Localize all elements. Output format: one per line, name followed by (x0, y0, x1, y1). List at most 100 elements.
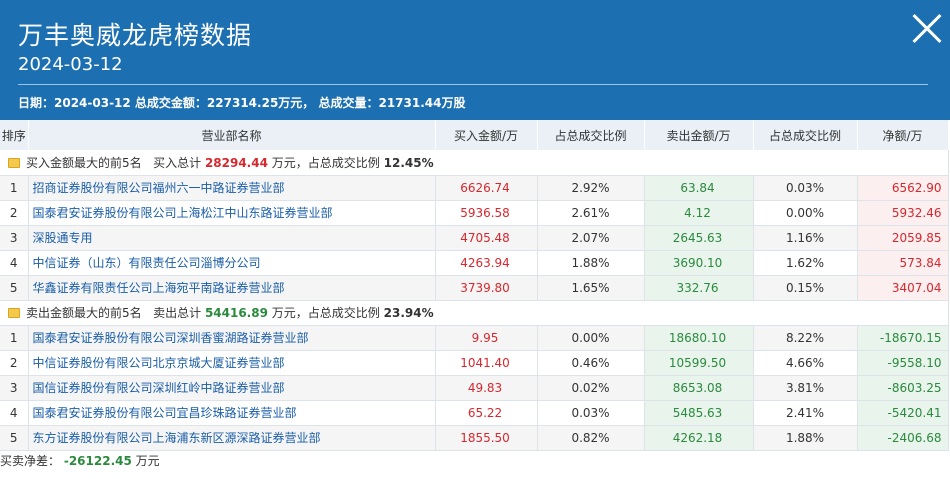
row-net: -18670.15 (857, 325, 949, 351)
row-buy-ratio: 0.82% (537, 425, 645, 451)
row-sell: 10599.50 (644, 350, 754, 376)
ranking-table: 排序 营业部名称 买入金额/万 占总成交比例 卖出金额/万 占总成交比例 净额/… (0, 120, 949, 451)
header: 万丰奥威龙虎榜数据 2024-03-12 日期：2024-03-12 总成交金额… (0, 0, 950, 120)
sell_section-header-row: 卖出金额最大的前5名 卖出总计 54416.89 万元，占总成交比例 23.94… (0, 300, 949, 326)
section-ratio: 23.94% (383, 306, 434, 320)
row-sell-ratio: 1.16% (753, 225, 858, 251)
row-net: 5932.46 (857, 200, 949, 226)
branch-name-link[interactable]: 中信证券（山东）有限责任公司淄博分公司 (28, 250, 436, 276)
row-net: 573.84 (857, 250, 949, 276)
col-header-sell-ratio: 占总成交比例 (753, 120, 858, 150)
close-icon[interactable] (908, 10, 944, 46)
col-header-rank: 排序 (0, 120, 29, 150)
row-sell: 18680.10 (644, 325, 754, 351)
row-rank: 3 (0, 375, 29, 401)
section-total: 28294.44 (204, 155, 268, 170)
row-buy: 65.22 (435, 400, 538, 426)
row-sell-ratio: 0.00% (753, 200, 858, 226)
row-net: 2059.85 (857, 225, 949, 251)
row-sell: 332.76 (644, 275, 754, 301)
row-rank: 1 (0, 175, 29, 201)
branch-name-link[interactable]: 国泰君安证券股份有限公司宜昌珍珠路证券营业部 (28, 400, 436, 426)
page-date: 2024-03-12 (18, 54, 123, 75)
folder-icon (8, 157, 20, 168)
row-buy-ratio: 2.07% (537, 225, 645, 251)
section-unit-text: 万元，占总成交比例 (271, 155, 380, 170)
row-sell: 5485.63 (644, 400, 754, 426)
row-net: -2406.68 (857, 425, 949, 451)
table-row: 1 国泰君安证券股份有限公司深圳香蜜湖路证券营业部 9.95 0.00% 18680.1… (0, 325, 949, 351)
table-row: 5 东方证券股份有限公司上海浦东新区源深路证券营业部 1855.50 0.82% 426… (0, 425, 949, 451)
row-rank: 4 (0, 250, 29, 276)
row-buy-ratio: 1.88% (537, 250, 645, 276)
row-rank: 1 (0, 325, 29, 351)
branch-name-link[interactable]: 深股通专用 (28, 225, 436, 251)
sell_section-summary: 卖出金额最大的前5名 卖出总计 54416.89 万元，占总成交比例 23.94… (0, 300, 949, 326)
row-rank: 2 (0, 350, 29, 376)
folder-icon (8, 308, 20, 318)
branch-name-link[interactable]: 国信证券股份有限公司深圳红岭中路证券营业部 (28, 375, 436, 401)
row-buy-ratio: 2.61% (537, 200, 645, 226)
row-net: 3407.04 (857, 275, 949, 301)
row-buy-ratio: 0.03% (537, 400, 645, 426)
table-row: 2 中信证券股份有限公司北京京城大厦证券营业部 1041.40 0.46% 10599.… (0, 350, 949, 376)
row-sell: 2645.63 (644, 225, 754, 251)
row-net: -9558.10 (857, 350, 949, 376)
section-total-prefix: 买入总计 (153, 155, 202, 170)
row-buy-ratio: 2.92% (537, 175, 645, 201)
branch-name-link[interactable]: 华鑫证券有限责任公司上海宛平南路证券营业部 (28, 275, 436, 301)
col-header-buy: 买入金额/万 (435, 120, 538, 150)
row-net: -5420.41 (857, 400, 949, 426)
row-sell-ratio: 4.66% (753, 350, 858, 376)
row-buy: 1041.40 (435, 350, 538, 376)
summary-text: 日期：2024-03-12 总成交金额：227314.25万元， 总成交量：21… (18, 96, 466, 110)
branch-name-link[interactable]: 东方证券股份有限公司上海浦东新区源深路证券营业部 (28, 425, 436, 451)
row-net: -8603.25 (857, 375, 949, 401)
row-sell: 4.12 (644, 200, 754, 226)
row-sell: 8653.08 (644, 375, 754, 401)
row-buy: 3739.80 (435, 275, 538, 301)
net-difference-value: -26122.45 (63, 453, 132, 468)
row-sell-ratio: 1.62% (753, 250, 858, 276)
row-buy: 4263.94 (435, 250, 538, 276)
buy_section-header-row: 买入金额最大的前5名 买入总计 28294.44 万元，占总成交比例 12.45… (0, 150, 949, 176)
section-total-prefix: 卖出总计 (153, 306, 202, 320)
row-sell: 63.84 (644, 175, 754, 201)
col-header-sell: 卖出金额/万 (644, 120, 754, 150)
net-difference-label: 买卖净差： (0, 453, 61, 468)
col-header-name: 营业部名称 (28, 120, 436, 150)
section-label: 买入金额最大的前5名 (26, 155, 142, 170)
branch-name-link[interactable]: 国泰君安证券股份有限公司上海松江中山东路证券营业部 (28, 200, 436, 226)
table-header-row: 排序 营业部名称 买入金额/万 占总成交比例 卖出金额/万 占总成交比例 净额/… (0, 120, 949, 150)
col-header-net: 净额/万 (857, 120, 949, 150)
table-row: 3 深股通专用 4705.48 2.07% 2645.63 1.16% 2059.85 (0, 225, 949, 251)
row-sell-ratio: 1.88% (753, 425, 858, 451)
row-sell: 3690.10 (644, 250, 754, 276)
row-sell-ratio: 2.41% (753, 400, 858, 426)
row-buy-ratio: 0.46% (537, 350, 645, 376)
row-sell-ratio: 0.03% (753, 175, 858, 201)
branch-name-link[interactable]: 国泰君安证券股份有限公司深圳香蜜湖路证券营业部 (28, 325, 436, 351)
table-row: 2 国泰君安证券股份有限公司上海松江中山东路证券营业部 5936.58 2.61% 4.… (0, 200, 949, 226)
table-row: 3 国信证券股份有限公司深圳红岭中路证券营业部 49.83 0.02% 8653.08 3… (0, 375, 949, 401)
row-sell: 4262.18 (644, 425, 754, 451)
branch-name-link[interactable]: 招商证券股份有限公司福州六一中路证券营业部 (28, 175, 436, 201)
row-buy-ratio: 0.02% (537, 375, 645, 401)
row-rank: 5 (0, 425, 29, 451)
row-buy: 5936.58 (435, 200, 538, 226)
row-rank: 3 (0, 225, 29, 251)
branch-name-link[interactable]: 中信证券股份有限公司北京京城大厦证券营业部 (28, 350, 436, 376)
row-buy-ratio: 0.00% (537, 325, 645, 351)
col-header-buy-ratio: 占总成交比例 (537, 120, 645, 150)
table-row: 1 招商证券股份有限公司福州六一中路证券营业部 6626.74 2.92% 63.84 0… (0, 175, 949, 201)
net-difference-unit: 万元 (135, 453, 160, 468)
row-buy: 4705.48 (435, 225, 538, 251)
row-sell-ratio: 0.15% (753, 275, 858, 301)
section-total: 54416.89 (204, 306, 268, 320)
net-difference: 买卖净差： -26122.45 万元 (0, 451, 950, 473)
table-row: 4 国泰君安证券股份有限公司宜昌珍珠路证券营业部 65.22 0.03% 5485.63… (0, 400, 949, 426)
row-buy: 49.83 (435, 375, 538, 401)
row-rank: 5 (0, 275, 29, 301)
table-row: 5 华鑫证券有限责任公司上海宛平南路证券营业部 3739.80 1.65% 332.76… (0, 275, 949, 301)
row-buy: 6626.74 (435, 175, 538, 201)
